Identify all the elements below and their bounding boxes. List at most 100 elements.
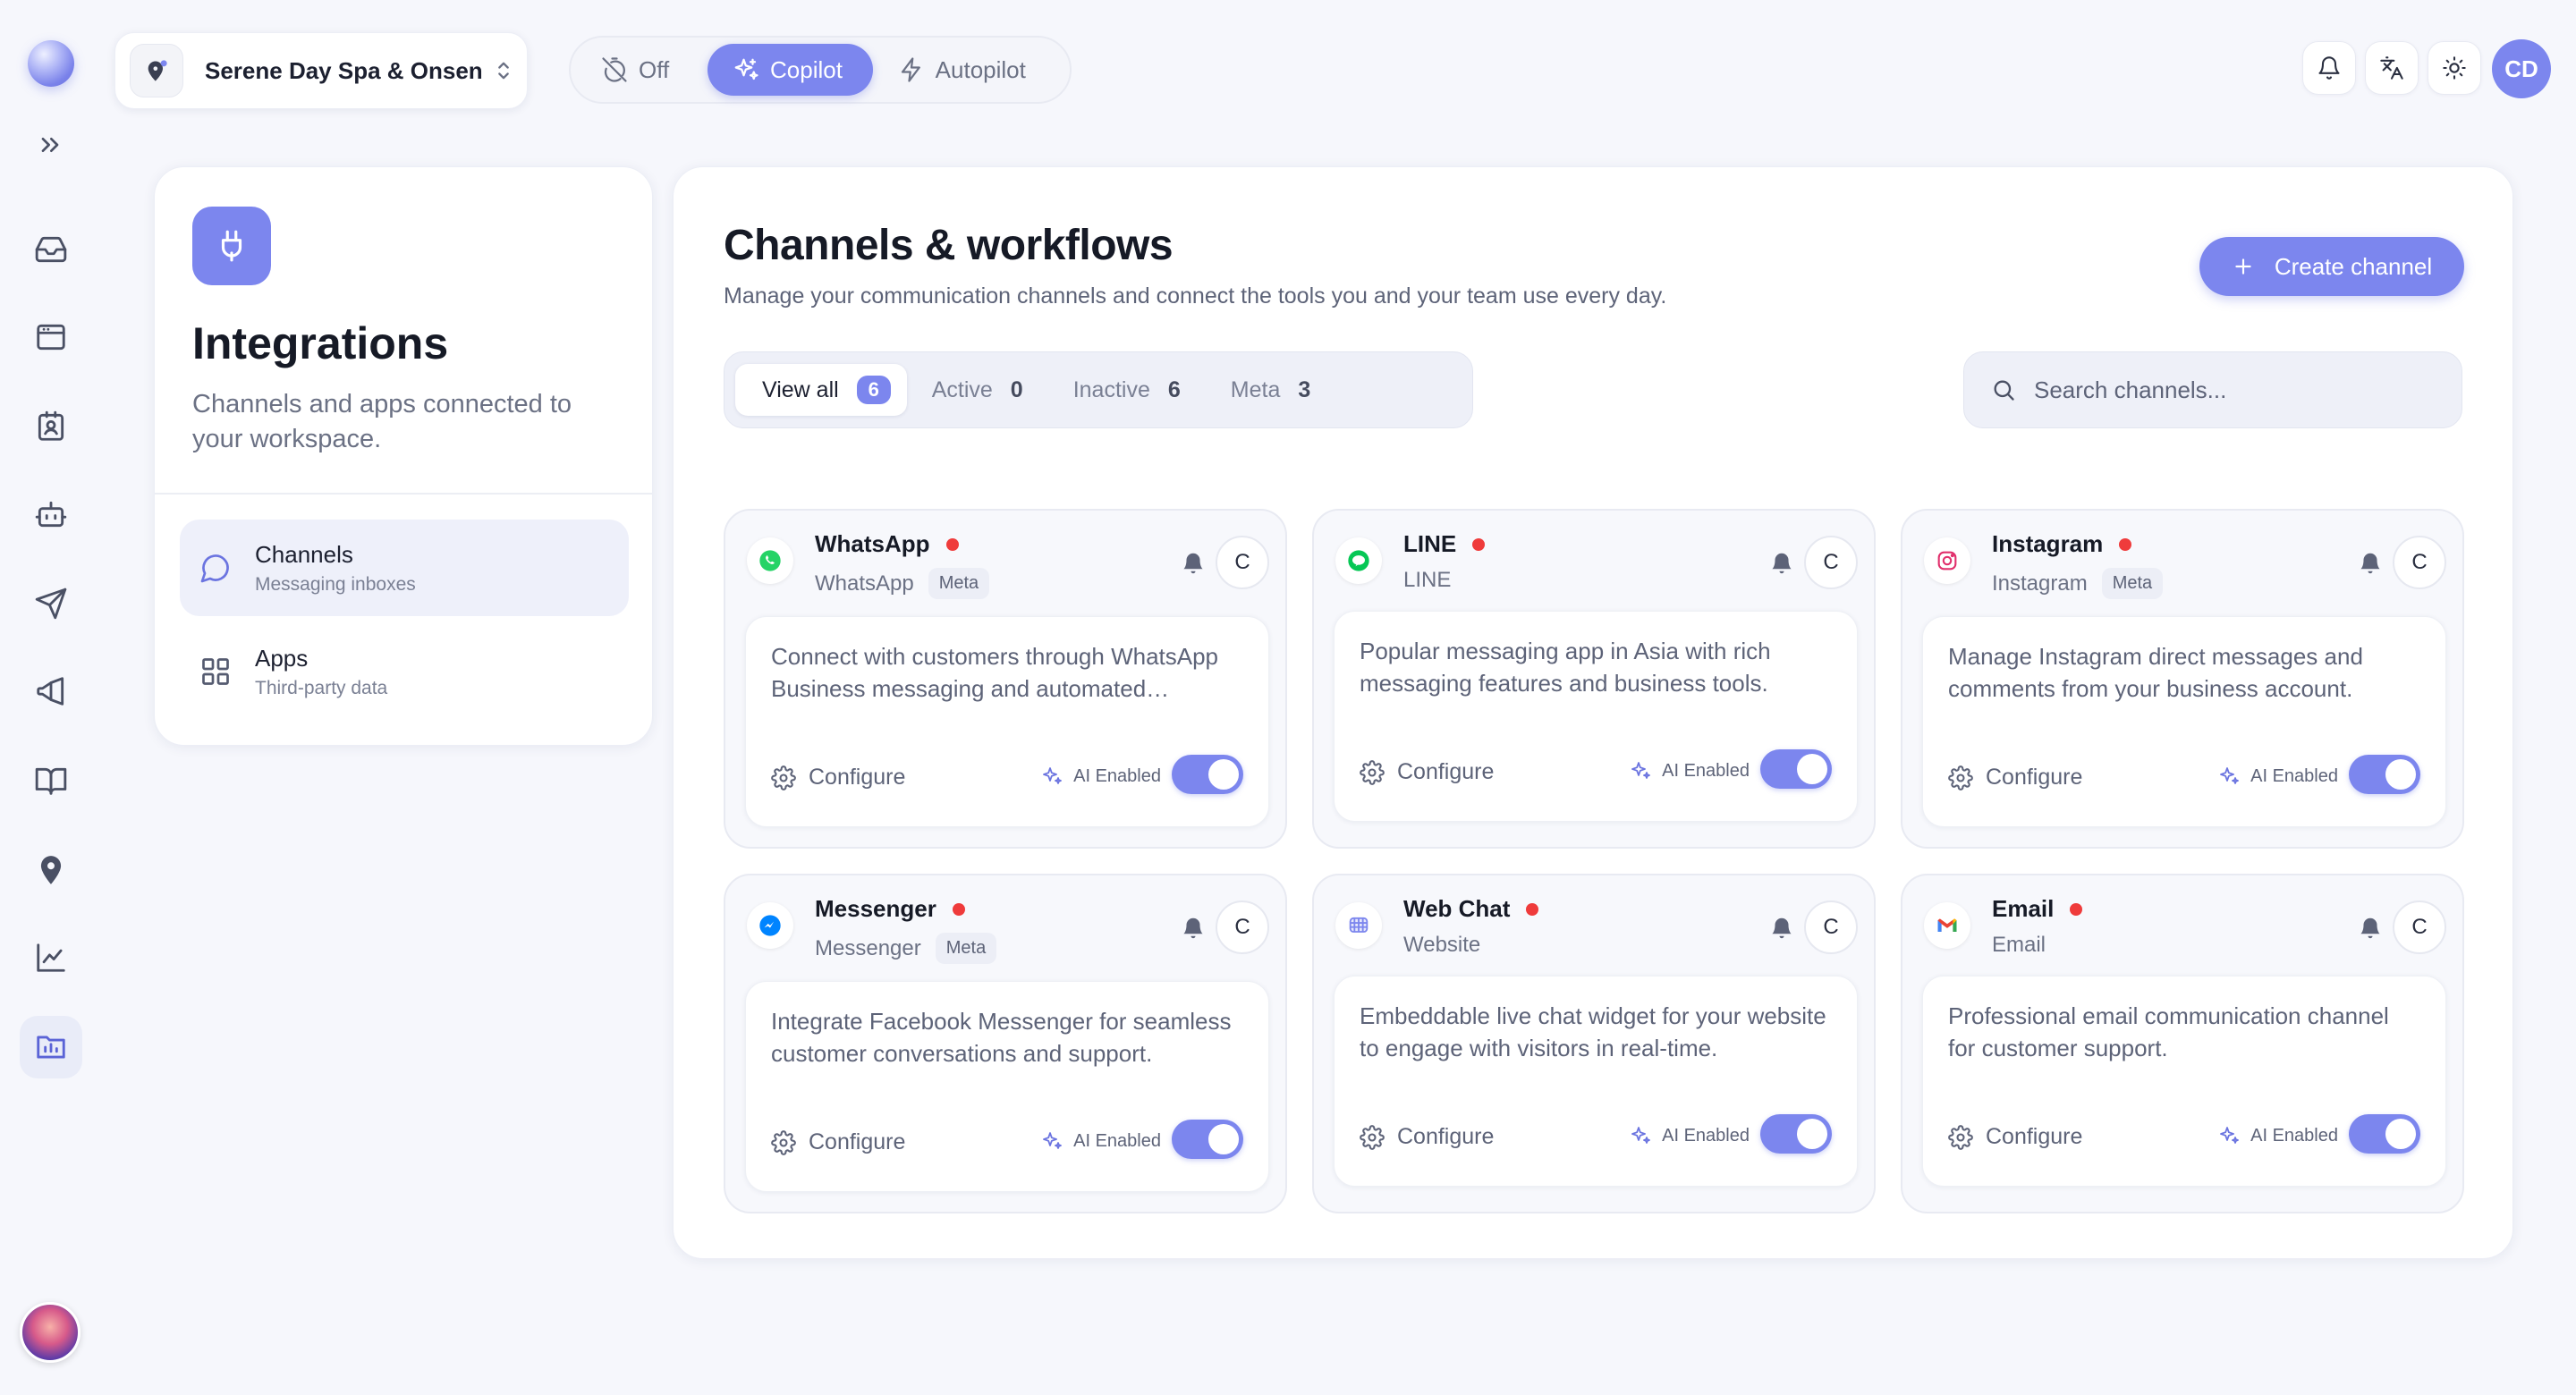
nav-item-apps[interactable]: Apps Third-party data: [180, 623, 629, 720]
filter-tab-count: 0: [1010, 376, 1023, 402]
channel-description: Connect with customers through WhatsApp …: [771, 643, 1219, 702]
rail-contacts[interactable]: [20, 395, 82, 458]
send-icon: [35, 588, 67, 620]
search-box: [1963, 351, 2462, 428]
bell-icon[interactable]: [1180, 550, 1207, 577]
expand-sidebar-icon[interactable]: [36, 131, 64, 159]
ai-toggle[interactable]: [1760, 749, 1832, 789]
channel-name-text: Instagram: [1992, 530, 2104, 557]
assignee-avatar[interactable]: C: [1216, 900, 1269, 954]
channel-card[interactable]: Messenger Messenger Meta C Integrate Fac…: [724, 874, 1287, 1213]
ai-toggle[interactable]: [2349, 755, 2420, 794]
rail-knowledge[interactable]: [20, 749, 82, 812]
create-channel-button[interactable]: Create channel: [2199, 237, 2464, 296]
mode-copilot[interactable]: Copilot: [708, 44, 873, 96]
mode-off[interactable]: Off: [576, 44, 708, 96]
gear-icon: [1948, 1124, 1973, 1150]
channel-name: WhatsApp: [815, 530, 959, 558]
channel-badge: Meta: [928, 568, 990, 599]
rail-campaigns[interactable]: [20, 660, 82, 723]
mode-autopilot[interactable]: Autopilot: [873, 44, 1064, 96]
app-logo-orb[interactable]: [28, 40, 74, 87]
megaphone-icon: [37, 677, 64, 706]
channel-badge: Meta: [2101, 568, 2164, 599]
channel-type-text: LINE: [1403, 568, 1452, 592]
notifications-button[interactable]: [2302, 41, 2356, 95]
gear-icon: [771, 1129, 796, 1155]
channel-type: Instagram Meta: [1992, 568, 2164, 599]
channel-description: Professional email communication channel…: [1948, 1002, 2389, 1061]
channel-card-body: Connect with customers through WhatsApp …: [745, 616, 1269, 827]
rail-send[interactable]: [20, 572, 82, 635]
assignee-avatar[interactable]: C: [2393, 536, 2446, 589]
assignee-avatar[interactable]: C: [1804, 900, 1858, 954]
workspace-selector[interactable]: Serene Day Spa & Onsen: [114, 32, 528, 109]
gear-icon: [1360, 1124, 1385, 1150]
messenger-icon: [747, 902, 793, 949]
user-avatar[interactable]: CD: [2492, 39, 2551, 98]
ai-mode-switcher: Off Copilot Autopilot: [569, 36, 1072, 104]
sparkles-icon: [1043, 1132, 1063, 1149]
channel-card[interactable]: WhatsApp WhatsApp Meta C Connect with cu…: [724, 509, 1287, 849]
language-button[interactable]: [2365, 41, 2419, 95]
bell-icon[interactable]: [1180, 915, 1207, 942]
rail-analytics[interactable]: [20, 926, 82, 989]
ai-toggle[interactable]: [2349, 1114, 2420, 1154]
rail-inbox[interactable]: [20, 218, 82, 281]
nav-item-desc: Third-party data: [255, 677, 388, 698]
rail-calendar[interactable]: [20, 306, 82, 368]
search-input[interactable]: [2034, 376, 2428, 404]
bell-icon[interactable]: [1768, 915, 1795, 942]
configure-button[interactable]: Configure: [1360, 759, 1494, 785]
rail-bots[interactable]: [20, 483, 82, 545]
channel-name: Email: [1992, 895, 2083, 923]
channel-card[interactable]: Email Email C Professional email communi…: [1901, 874, 2464, 1213]
configure-button[interactable]: Configure: [1948, 765, 2082, 790]
theme-toggle-button[interactable]: [2428, 41, 2481, 95]
ai-toggle[interactable]: [1760, 1114, 1832, 1154]
ai-toggle[interactable]: [1172, 1120, 1243, 1159]
assignee-avatar[interactable]: C: [2393, 900, 2446, 954]
channel-description: Embeddable live chat widget for your web…: [1360, 1002, 1826, 1061]
gear-icon: [1360, 759, 1385, 785]
channel-card[interactable]: LINE LINE C Popular messaging app in Asi…: [1312, 509, 1876, 849]
assignee-avatar[interactable]: C: [1216, 536, 1269, 589]
filter-tabs: View all 6 Active 0 Inactive 6 Meta 3: [724, 351, 1473, 428]
page-subtitle: Manage your communication channels and c…: [724, 283, 1667, 309]
mode-copilot-label: Copilot: [770, 55, 843, 83]
channel-card[interactable]: Instagram Instagram Meta C Manage Instag…: [1901, 509, 2464, 849]
nav-item-channels[interactable]: Channels Messaging inboxes: [180, 520, 629, 616]
create-channel-label: Create channel: [2274, 252, 2433, 280]
filter-tab-active[interactable]: Active 0: [907, 364, 1048, 416]
bell-icon[interactable]: [1768, 550, 1795, 577]
configure-button[interactable]: Configure: [1360, 1124, 1494, 1150]
channel-type: Email: [1992, 933, 2046, 958]
filter-tab-meta[interactable]: Meta 3: [1206, 364, 1336, 416]
ai-enabled-text: AI Enabled: [2250, 765, 2338, 786]
ai-enabled-label: AI Enabled: [1041, 765, 1161, 787]
filter-tab-view-all[interactable]: View all 6: [735, 364, 907, 416]
rail-locations[interactable]: [20, 839, 82, 901]
gmail-icon: [1924, 902, 1970, 949]
filter-tab-inactive[interactable]: Inactive 6: [1048, 364, 1206, 416]
rail-integrations[interactable]: [20, 1016, 82, 1078]
sparkles-icon: [1043, 767, 1063, 784]
assignee-avatar[interactable]: C: [1804, 536, 1858, 589]
channel-card[interactable]: Web Chat Website C Embeddable live chat …: [1312, 874, 1876, 1213]
profile-avatar[interactable]: [20, 1302, 80, 1363]
status-dot: [945, 537, 959, 551]
ai-enabled-label: AI Enabled: [1630, 760, 1750, 782]
timer-off-icon: [602, 57, 627, 82]
configure-button[interactable]: Configure: [771, 1129, 905, 1155]
configure-label: Configure: [1986, 1124, 2083, 1149]
channel-name-text: LINE: [1403, 530, 1457, 557]
bell-icon[interactable]: [2357, 550, 2384, 577]
configure-button[interactable]: Configure: [1948, 1124, 2082, 1150]
bell-icon: [2318, 56, 2340, 80]
sparkles-icon: [1631, 1127, 1651, 1144]
ai-toggle[interactable]: [1172, 755, 1243, 794]
bell-icon[interactable]: [2357, 915, 2384, 942]
configure-button[interactable]: Configure: [771, 765, 905, 790]
sparkles-icon: [1631, 762, 1651, 779]
line-chart-icon: [37, 943, 65, 972]
